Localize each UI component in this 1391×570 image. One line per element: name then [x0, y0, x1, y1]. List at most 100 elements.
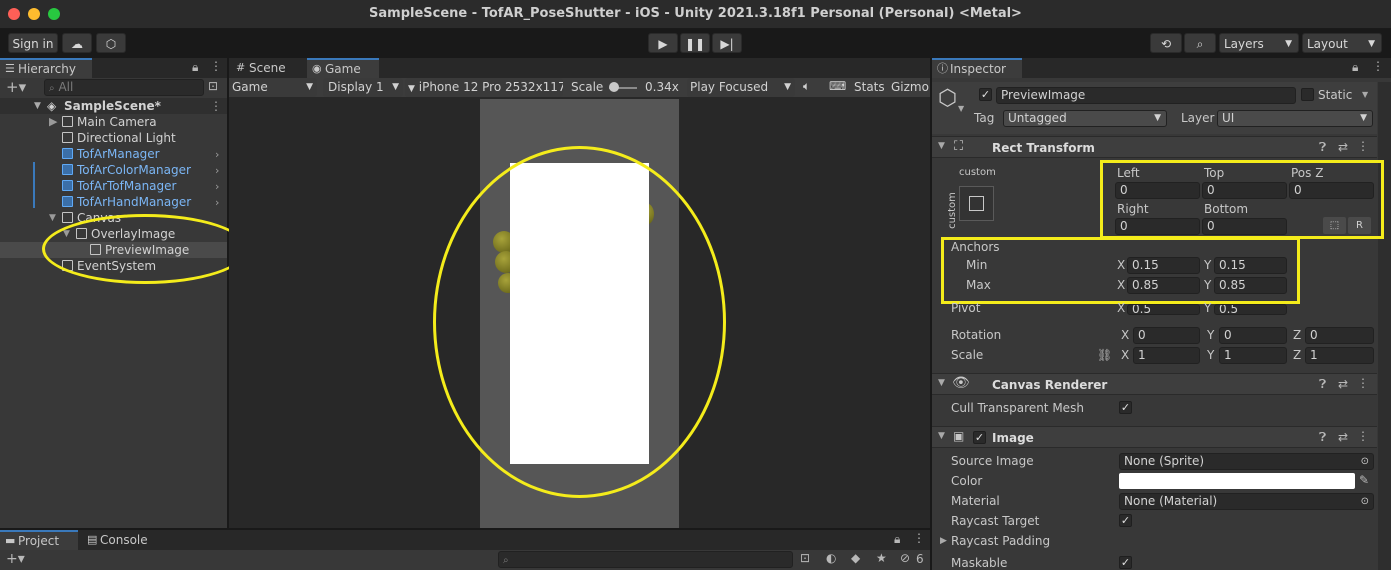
tab-scene[interactable]: # Scene: [231, 58, 305, 78]
hierarchy-item[interactable]: TofArHandManager: [62, 194, 191, 210]
scale-y-field[interactable]: 1: [1219, 347, 1287, 364]
active-checkbox[interactable]: ✓: [979, 88, 992, 101]
lock-icon[interactable]: 🔒︎: [1352, 60, 1358, 75]
more-icon[interactable]: ⋮: [210, 98, 222, 114]
layer-dropdown[interactable]: UI ▼: [1217, 110, 1373, 127]
scene-row[interactable]: ▼ ◈ SampleScene* ⋮: [0, 98, 227, 114]
color-swatch[interactable]: [1119, 473, 1355, 489]
filter-icon[interactable]: ⊡: [208, 79, 218, 93]
help-icon[interactable]: ❓︎: [1319, 140, 1326, 155]
material-field[interactable]: None (Material) ⊙: [1119, 493, 1374, 510]
keyboard-icon[interactable]: ⌨: [829, 79, 846, 93]
project-search-input[interactable]: ⌕: [498, 551, 793, 568]
chevron-right-icon[interactable]: ›: [215, 164, 219, 177]
audio-icon[interactable]: 🔈︎: [803, 79, 810, 94]
rotation-y-field[interactable]: 0: [1219, 327, 1287, 344]
scale-x-field[interactable]: 1: [1133, 347, 1200, 364]
rotation-x-field[interactable]: 0: [1133, 327, 1200, 344]
history-button[interactable]: ⟲: [1150, 33, 1182, 53]
hierarchy-item[interactable]: TofArManager: [62, 146, 160, 162]
eyedropper-icon[interactable]: ✎: [1359, 473, 1369, 487]
more-icon[interactable]: ⋮: [1357, 429, 1369, 443]
hierarchy-item[interactable]: TofArColorManager: [62, 162, 191, 178]
more-icon[interactable]: ⋮: [913, 531, 925, 545]
static-checkbox[interactable]: [1301, 88, 1314, 101]
tab-hierarchy[interactable]: ☰ Hierarchy: [0, 58, 92, 78]
expand-arrow-icon[interactable]: ▼: [938, 378, 945, 388]
preset-icon[interactable]: ⇄: [1338, 430, 1348, 444]
search-button[interactable]: ⌕: [1184, 33, 1216, 53]
expand-arrow-icon[interactable]: ▶: [940, 536, 947, 546]
chevron-down-icon[interactable]: ▼: [958, 104, 964, 113]
pause-button[interactable]: ❚❚: [680, 33, 710, 53]
collab-button[interactable]: ⬡: [96, 33, 126, 53]
lock-icon[interactable]: 🔒︎: [894, 532, 900, 547]
hierarchy-search-input[interactable]: ⌕ All: [44, 79, 204, 96]
display-dropdown[interactable]: Display 1 ▼: [323, 78, 403, 97]
more-icon[interactable]: ⋮: [1357, 139, 1369, 153]
label-icon[interactable]: ◆: [851, 551, 860, 565]
expand-arrow-icon[interactable]: ▶: [49, 114, 57, 130]
anchor-preset-button[interactable]: [959, 186, 994, 221]
link-icon[interactable]: ⛓: [1097, 348, 1112, 362]
cloud-button[interactable]: ☁: [62, 33, 92, 53]
pivot-x-field[interactable]: 0.5: [1127, 304, 1200, 315]
add-icon[interactable]: +▾: [6, 551, 25, 567]
layout-dropdown[interactable]: Layout ▼: [1302, 33, 1382, 53]
object-picker-icon[interactable]: ⊙: [1361, 454, 1369, 469]
more-icon[interactable]: ⋮: [1357, 376, 1369, 390]
play-button[interactable]: ▶: [648, 33, 678, 53]
favorite-icon[interactable]: ★: [876, 551, 887, 565]
add-icon[interactable]: +▾: [6, 78, 26, 96]
sign-in-button[interactable]: Sign in: [8, 33, 58, 53]
chevron-right-icon[interactable]: ›: [215, 196, 219, 209]
maskable-checkbox[interactable]: ✓: [1119, 556, 1132, 569]
hidden-packages-icon[interactable]: ⊘: [900, 551, 910, 565]
lock-icon[interactable]: 🔒︎: [192, 60, 198, 75]
chevron-down-icon[interactable]: ▼: [1362, 90, 1368, 99]
step-button[interactable]: ▶|: [712, 33, 742, 53]
tag-dropdown[interactable]: Untagged ▼: [1003, 110, 1167, 127]
tab-inspector[interactable]: ⓘ Inspector: [932, 58, 1022, 78]
object-picker-icon[interactable]: ⊙: [1361, 494, 1369, 509]
image-header[interactable]: ▼ ▣ ✓ Image ❓︎ ⇄ ⋮: [932, 426, 1377, 448]
rect-transform-header[interactable]: ▼ ⛶ Rect Transform ❓︎ ⇄ ⋮: [932, 136, 1377, 158]
tab-game[interactable]: ◉ Game: [307, 58, 379, 78]
expand-arrow-icon[interactable]: ▼: [34, 98, 41, 114]
scale-z-field[interactable]: 1: [1305, 347, 1374, 364]
chevron-right-icon[interactable]: ›: [215, 180, 219, 193]
raycast-padding-label[interactable]: Raycast Padding: [951, 534, 1050, 548]
preset-icon[interactable]: ⇄: [1338, 140, 1348, 154]
scale-slider-thumb[interactable]: [609, 82, 619, 92]
cull-transparent-checkbox[interactable]: ✓: [1119, 401, 1132, 414]
aspect-dropdown[interactable]: ▼ iPhone 12 Pro 2532x1170: [405, 78, 563, 97]
search-by-type-icon[interactable]: ⊡: [800, 551, 810, 565]
preset-icon[interactable]: ⇄: [1338, 377, 1348, 391]
source-image-field[interactable]: None (Sprite) ⊙: [1119, 453, 1374, 470]
hierarchy-item[interactable]: TofArTofManager: [62, 178, 176, 194]
image-enabled-checkbox[interactable]: ✓: [973, 431, 986, 444]
tab-console[interactable]: ▤ Console: [82, 530, 162, 550]
filter-type-icon[interactable]: ◐: [826, 551, 836, 565]
more-icon[interactable]: ⋮: [1372, 59, 1384, 73]
game-mode-dropdown[interactable]: Game ▼: [229, 78, 317, 97]
canvas-renderer-header[interactable]: ▼ 👁︎ Canvas Renderer ❓︎ ⇄ ⋮: [932, 373, 1377, 395]
expand-arrow-icon[interactable]: ▼: [938, 431, 945, 441]
expand-arrow-icon[interactable]: ▼: [49, 210, 56, 226]
stats-button[interactable]: Stats: [854, 80, 885, 94]
tab-project[interactable]: ▬ Project: [0, 530, 78, 550]
more-icon[interactable]: ⋮: [210, 59, 222, 73]
object-name-input[interactable]: PreviewImage: [996, 87, 1296, 104]
hierarchy-item[interactable]: ▶ Main Camera: [49, 114, 157, 130]
layers-dropdown[interactable]: Layers ▼: [1219, 33, 1299, 53]
help-icon[interactable]: ❓︎: [1319, 430, 1326, 445]
help-icon[interactable]: ❓︎: [1319, 377, 1326, 392]
play-focus-dropdown[interactable]: Play Focused ▼: [687, 78, 795, 97]
gameobject-icon[interactable]: ⬡: [938, 86, 957, 111]
hierarchy-item[interactable]: Directional Light: [62, 130, 176, 146]
rotation-z-field[interactable]: 0: [1305, 327, 1374, 344]
inspector-scrollbar[interactable]: [1378, 82, 1391, 570]
pivot-y-field[interactable]: 0.5: [1214, 304, 1287, 315]
chevron-right-icon[interactable]: ›: [215, 148, 219, 161]
gizmos-button[interactable]: Gizmos: [891, 80, 929, 94]
